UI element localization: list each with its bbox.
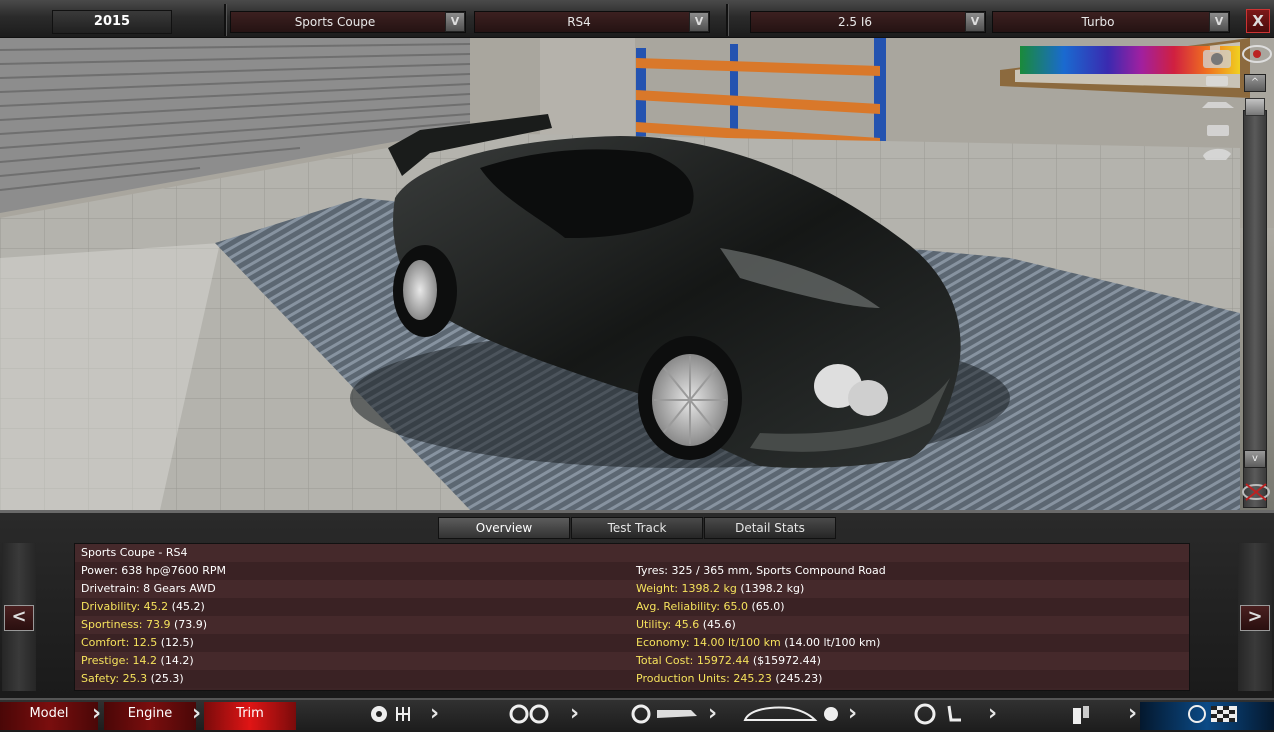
tab-test-track[interactable]: Test Track (571, 517, 703, 539)
eye-icon[interactable] (1240, 42, 1274, 66)
stat-economy: Economy: 14.00 lt/100 km (14.00 lt/100 k… (636, 636, 881, 649)
toolbar-divider (726, 4, 728, 36)
body-style-value: Sports Coupe (294, 15, 376, 29)
engine-select[interactable]: 2.5 I6 V (750, 11, 986, 33)
car-front-icon[interactable] (1202, 72, 1232, 88)
chevron-down-icon[interactable]: V (445, 12, 465, 32)
close-button[interactable]: X (1246, 9, 1270, 33)
nav-chassis[interactable] (606, 702, 716, 730)
car-rear-icon[interactable] (1204, 122, 1232, 138)
chevron-right-icon: › (708, 701, 718, 726)
camera-icon[interactable] (1200, 42, 1234, 70)
nav-interior[interactable] (880, 702, 990, 730)
chassis-icon (631, 704, 697, 724)
garage-scene (0, 38, 1274, 510)
wheel-icon (509, 704, 549, 724)
stat-title: Sports Coupe - RS4 (81, 546, 188, 559)
stat-drivability: Drivability: 45.2 (45.2) (81, 600, 205, 613)
spray-icon (1073, 706, 1089, 724)
year-field[interactable]: 2015 (52, 10, 172, 34)
car-body-icon (743, 706, 838, 721)
checkered-flag-icon (1188, 705, 1237, 723)
nav-body[interactable] (734, 702, 854, 730)
nav-fixtures[interactable] (1020, 702, 1130, 730)
stat-reliability: Avg. Reliability: 65.0 (65.0) (636, 600, 785, 613)
engine-variant-value: Turbo (1081, 15, 1115, 29)
table-row: Comfort: 12.5 (12.5) Economy: 14.00 lt/1… (75, 634, 1189, 652)
trim-select[interactable]: RS4 V (474, 11, 710, 33)
stat-sportiness: Sportiness: 73.9 (73.9) (81, 618, 208, 631)
chevron-right-icon: › (1128, 701, 1138, 726)
top-toolbar: 2015 Sports Coupe V RS4 V 2.5 I6 V Turbo… (0, 0, 1274, 38)
zoom-down-button[interactable]: v (1244, 450, 1266, 468)
zoom-slider[interactable] (1243, 110, 1267, 508)
table-row: Sports Coupe - RS4 (75, 544, 1189, 562)
zoom-up-button[interactable]: ^ (1244, 74, 1266, 92)
stat-tyres: Tyres: 325 / 365 mm, Sports Compound Roa… (636, 564, 886, 577)
chevron-right-icon: › (848, 701, 858, 726)
nav-test-drive[interactable] (1140, 702, 1274, 730)
toolbar-divider (224, 4, 226, 36)
stat-safety: Safety: 25.3 (25.3) (81, 672, 184, 685)
zoom-slider-thumb[interactable] (1245, 98, 1265, 116)
chevron-right-icon: › (92, 701, 102, 726)
info-panel: Overview Test Track Detail Stats < > Spo… (0, 510, 1274, 698)
chevron-right-icon: › (430, 701, 440, 726)
engine-variant-select[interactable]: Turbo V (992, 11, 1230, 33)
stat-weight: Weight: 1398.2 kg (1398.2 kg) (636, 582, 805, 595)
bottom-nav: Model › Engine › Trim › › › › › › (0, 698, 1274, 732)
prev-button[interactable]: < (4, 605, 34, 631)
nav-trim[interactable]: Trim (204, 702, 296, 730)
car-designer-window: 2015 Sports Coupe V RS4 V 2.5 I6 V Turbo… (0, 0, 1274, 732)
table-row: Sportiness: 73.9 (73.9) Utility: 45.6 (4… (75, 616, 1189, 634)
stat-prestige: Prestige: 14.2 (14.2) (81, 654, 194, 667)
chevron-down-icon[interactable]: V (1209, 12, 1229, 32)
body-style-select[interactable]: Sports Coupe V (230, 11, 466, 33)
stats-table: Sports Coupe - RS4 Power: 638 hp@7600 RP… (74, 543, 1190, 691)
nav-wheels[interactable] (470, 702, 580, 730)
eye-off-icon[interactable] (1240, 480, 1272, 504)
tab-detail-stats[interactable]: Detail Stats (704, 517, 836, 539)
stat-drivetrain: Drivetrain: 8 Gears AWD (81, 582, 216, 595)
stat-total-cost: Total Cost: 15972.44 ($15972.44) (636, 654, 821, 667)
chevron-right-icon: › (570, 701, 580, 726)
stat-comfort: Comfort: 12.5 (12.5) (81, 636, 194, 649)
table-row: Drivability: 45.2 (45.2) Avg. Reliabilit… (75, 598, 1189, 616)
chevron-right-icon: › (988, 701, 998, 726)
nav-gearbox[interactable] (330, 702, 440, 730)
chevron-right-icon: › (192, 701, 202, 726)
engine-value: 2.5 I6 (837, 15, 873, 29)
stat-production-units: Production Units: 245.23 (245.23) (636, 672, 823, 685)
chevron-down-icon[interactable]: V (965, 12, 985, 32)
chevron-down-icon[interactable]: V (689, 12, 709, 32)
table-row: Prestige: 14.2 (14.2) Total Cost: 15972.… (75, 652, 1189, 670)
table-row: Power: 638 hp@7600 RPM Tyres: 325 / 365 … (75, 562, 1189, 580)
next-button[interactable]: > (1240, 605, 1270, 631)
car-top-icon[interactable] (1200, 144, 1234, 162)
nav-engine[interactable]: Engine (104, 702, 196, 730)
stat-utility: Utility: 45.6 (45.6) (636, 618, 736, 631)
car-preview-viewport[interactable]: ^ v (0, 38, 1274, 510)
steering-wheel-icon (914, 703, 961, 725)
trim-value: RS4 (567, 15, 591, 29)
table-row: Drivetrain: 8 Gears AWD Weight: 1398.2 k… (75, 580, 1189, 598)
tab-overview[interactable]: Overview (438, 517, 570, 539)
table-row: Safety: 25.3 (25.3) Production Units: 24… (75, 670, 1189, 688)
stat-power: Power: 638 hp@7600 RPM (81, 564, 226, 577)
car-side-icon[interactable] (1200, 98, 1236, 112)
nav-model[interactable]: Model (0, 702, 98, 730)
gear-icon (371, 706, 410, 722)
